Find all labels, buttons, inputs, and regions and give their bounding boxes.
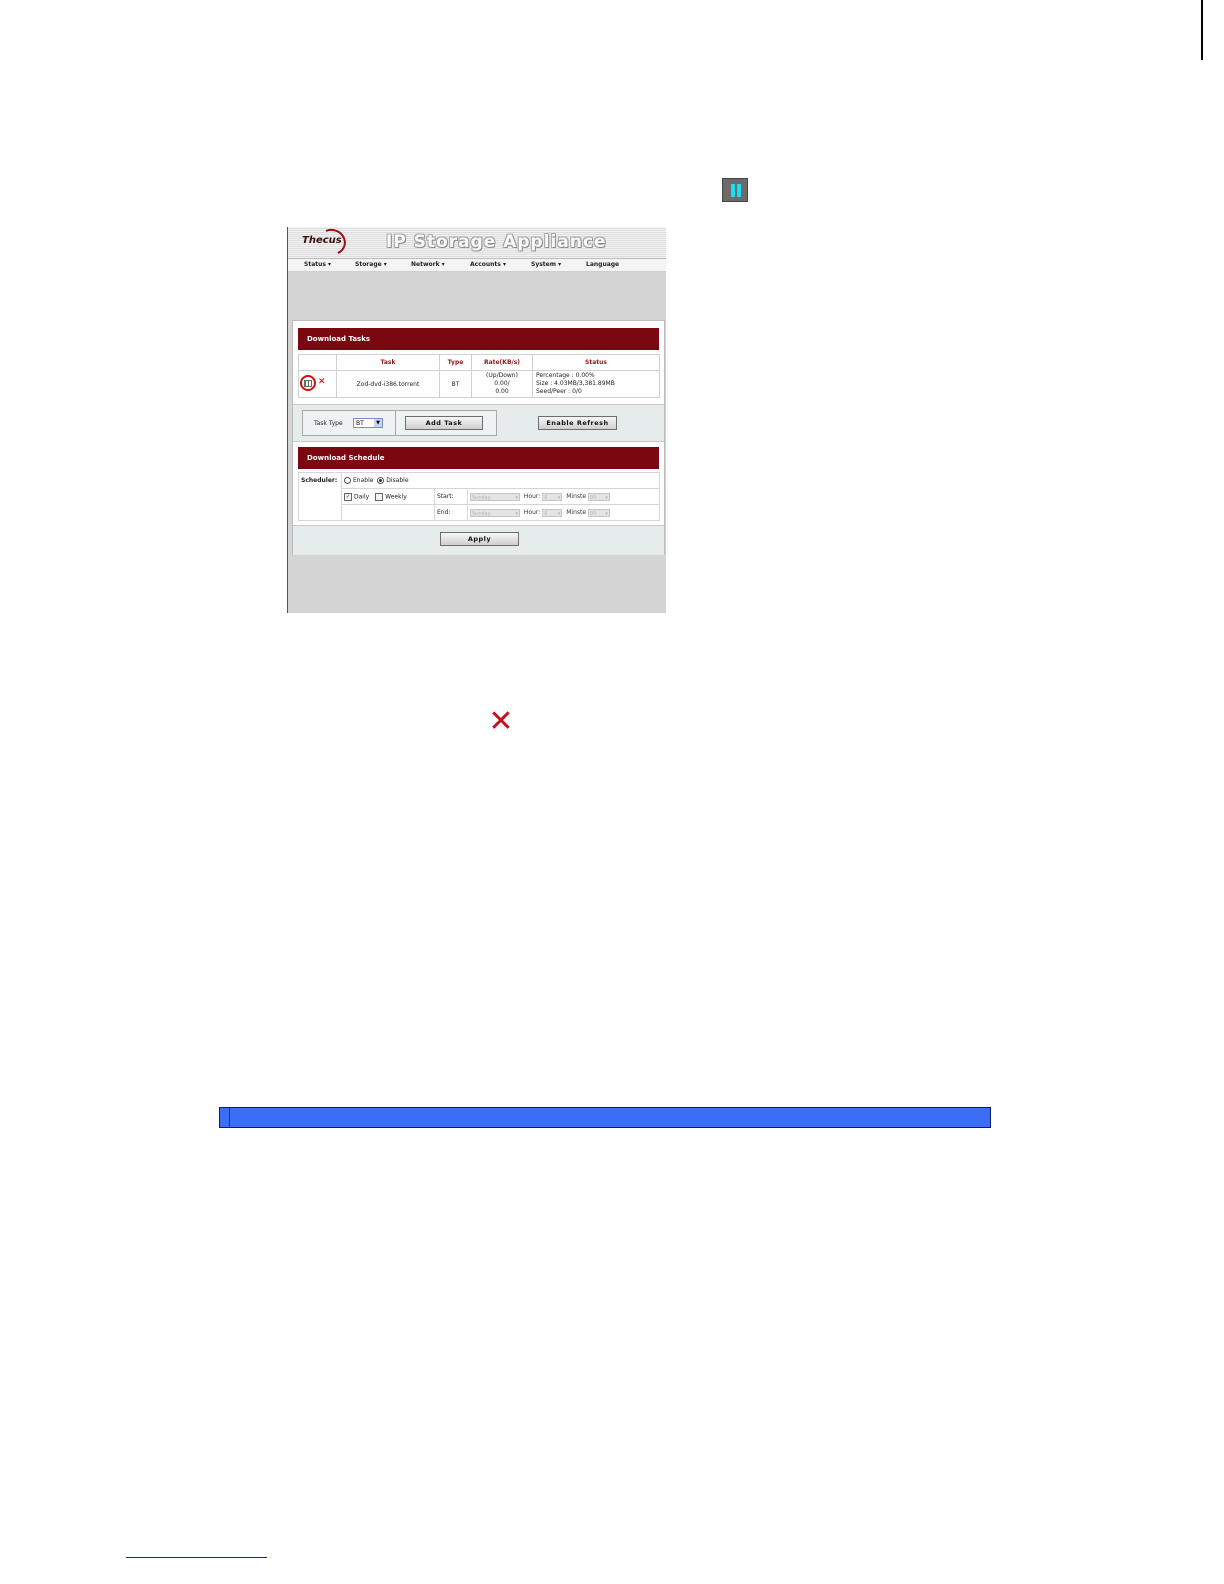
menu-network[interactable]: Network ▾ (411, 261, 445, 268)
scheduler-label: Scheduler: (298, 472, 342, 521)
start-day-select[interactable]: Sunday (470, 492, 520, 502)
empty-cell (341, 504, 435, 521)
row-controls: ✕ (298, 370, 337, 398)
daily-checkbox[interactable]: ✓ (344, 492, 352, 501)
end-minute-select[interactable]: 00 (588, 508, 611, 518)
frequency-options: ✓ Daily Weekly (341, 488, 435, 505)
weekly-checkbox[interactable] (375, 492, 384, 501)
col-rate: Rate(KB/s) (471, 354, 533, 371)
download-tasks-header: Download Tasks (298, 328, 659, 350)
disable-radio[interactable] (377, 477, 385, 484)
section-heading-bar (219, 1107, 991, 1128)
apply-bar: Apply (293, 525, 664, 555)
daily-label: Daily (354, 493, 370, 500)
task-type-group: Task Type BT ▼ Add Task (302, 410, 497, 436)
divider (395, 411, 396, 435)
app-logo: Thecus (302, 235, 342, 246)
task-name: Zod-dvd-i386.torrent (336, 370, 440, 398)
apply-button[interactable]: Apply (440, 532, 519, 546)
end-label: End: (434, 504, 468, 521)
enable-label: Enable (353, 477, 374, 484)
app-banner: Thecus IP Storage Appliance (288, 227, 666, 260)
download-panel: Download Tasks Task Type Rate(KB/s) Stat… (292, 320, 665, 555)
menu-bar: Status ▾ Storage ▾ Network ▾ Accounts ▾ … (288, 259, 666, 272)
end-hour-label: Hour: (523, 509, 541, 516)
menu-storage[interactable]: Storage ▾ (355, 261, 387, 268)
menu-system[interactable]: System ▾ (531, 261, 561, 268)
enable-refresh-button[interactable]: Enable Refresh (538, 416, 617, 430)
start-minute-label: Minste (566, 493, 587, 500)
start-label: Start: (434, 488, 468, 505)
col-type: Type (439, 354, 472, 371)
enable-radio[interactable] (344, 477, 351, 484)
end-time: Sunday Hour:0 Minste00 (467, 504, 660, 521)
start-minute-select[interactable]: 00 (588, 492, 611, 502)
task-type-label: Task Type (314, 420, 343, 427)
delete-icon[interactable]: ✕ (318, 377, 326, 387)
menu-accounts[interactable]: Accounts ▾ (470, 261, 506, 268)
start-hour-label: Hour: (523, 493, 541, 500)
delete-x-icon: ✕ (488, 704, 514, 739)
download-schedule-header: Download Schedule (298, 447, 659, 469)
task-rate: (Up/Down) 0.00/ 0.00 (471, 370, 533, 398)
start-hour-select[interactable]: 0 (542, 492, 563, 502)
menu-status[interactable]: Status ▾ (304, 261, 331, 268)
task-table: Task Type Rate(KB/s) Status ✕ Zod-dvd-i3… (298, 354, 660, 398)
task-type: BT (439, 370, 472, 398)
end-minute-label: Minste (566, 509, 587, 516)
end-hour-select[interactable]: 0 (542, 508, 563, 518)
add-task-button[interactable]: Add Task (405, 416, 483, 430)
table-row: ✕ Zod-dvd-i386.torrent BT (Up/Down) 0.00… (298, 370, 660, 398)
task-type-select[interactable]: BT ▼ (353, 418, 383, 428)
app-title: IP Storage Appliance (386, 232, 607, 252)
task-toolbar: Task Type BT ▼ Add Task Enable Refresh (293, 404, 664, 442)
page-edge-line (1201, 0, 1203, 60)
nas-screenshot: Thecus IP Storage Appliance Status ▾ Sto… (287, 227, 666, 613)
scheduler-options: Enable Disable (341, 472, 660, 489)
end-day-select[interactable]: Sunday (470, 508, 520, 518)
pause-icon (722, 178, 748, 202)
weekly-label: Weekly (385, 493, 407, 500)
menu-language[interactable]: Language (586, 261, 619, 268)
highlight-circle (300, 375, 316, 391)
col-task: Task (336, 354, 440, 371)
task-status: Percentage : 0.00% Size : 4.03MB/3,381.8… (532, 370, 660, 398)
schedule-table: Scheduler: Enable Disable ✓ Daily Weekly … (298, 472, 660, 521)
disable-label: Disable (386, 477, 409, 484)
col-status: Status (532, 354, 660, 371)
col-controls (298, 354, 337, 371)
start-time: Sunday Hour:0 Minste00 (467, 488, 660, 505)
chevron-down-icon: ▼ (374, 419, 382, 427)
footnote-rule (126, 1557, 267, 1558)
